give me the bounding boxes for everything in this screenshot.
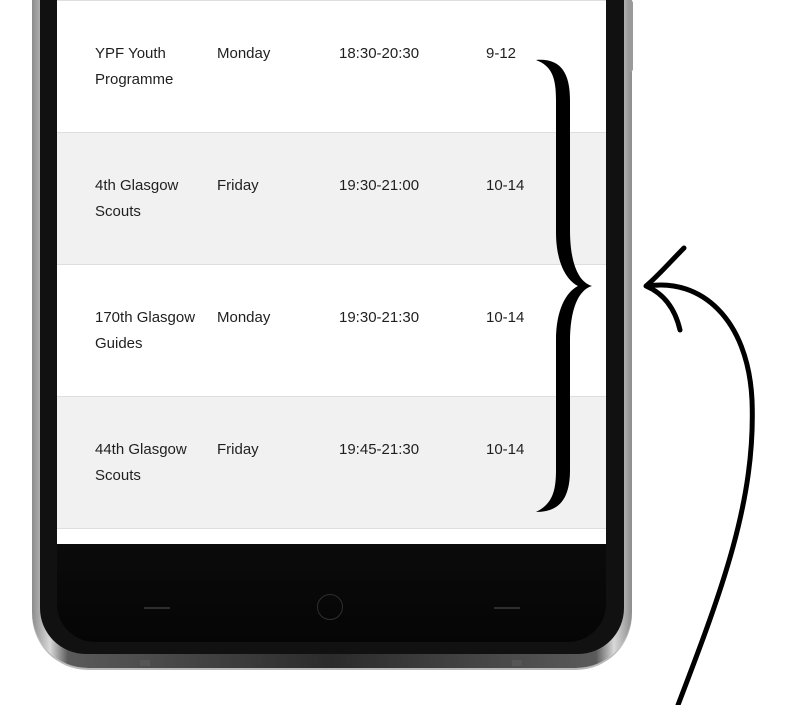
group-name-cell: YPF Youth Programme — [95, 45, 174, 88]
age-cell: 9-12 — [486, 45, 517, 62]
table-row-partial — [57, 528, 606, 544]
curved-arrow-icon — [645, 282, 755, 705]
table-row[interactable]: YPF Youth Programme Monday 18:30-20:30 9… — [57, 0, 606, 132]
time-cell: 19:30-21:30 — [339, 309, 420, 326]
table-row[interactable]: 4th Glasgow Scouts Friday 19:30-21:00 10… — [57, 132, 606, 264]
group-name-cell: 44th Glasgow Scouts — [95, 441, 187, 484]
day-cell: Friday — [217, 177, 259, 194]
age-cell: 10-14 — [486, 309, 525, 326]
age-cell: 10-14 — [486, 177, 525, 194]
stage: YPF Youth Programme Monday 18:30-20:30 9… — [0, 0, 800, 705]
group-name-cell: 4th Glasgow Scouts — [95, 177, 179, 220]
home-button-icon[interactable] — [317, 594, 343, 620]
day-cell: Friday — [217, 441, 259, 458]
time-cell: 18:30-20:30 — [339, 45, 420, 62]
group-name-cell: 170th Glasgow Guides — [95, 309, 196, 352]
phone-screen: YPF Youth Programme Monday 18:30-20:30 9… — [57, 0, 606, 544]
time-cell: 19:30-21:00 — [339, 177, 420, 194]
phone-bottom-bar — [57, 544, 606, 642]
table-row[interactable]: 170th Glasgow Guides Monday 19:30-21:30 … — [57, 264, 606, 396]
arrow-head-icon — [643, 245, 687, 333]
phone-foot-right — [512, 660, 522, 666]
table-row[interactable]: 44th Glasgow Scouts Friday 19:45-21:30 1… — [57, 396, 606, 528]
age-cell: 10-14 — [486, 441, 525, 458]
recent-apps-icon[interactable] — [494, 607, 520, 609]
time-cell: 19:45-21:30 — [339, 441, 420, 458]
phone-foot-left — [140, 660, 150, 666]
day-cell: Monday — [217, 45, 271, 62]
day-cell: Monday — [217, 309, 271, 326]
phone-side-button — [628, 0, 633, 72]
back-nav-icon[interactable] — [144, 607, 170, 609]
